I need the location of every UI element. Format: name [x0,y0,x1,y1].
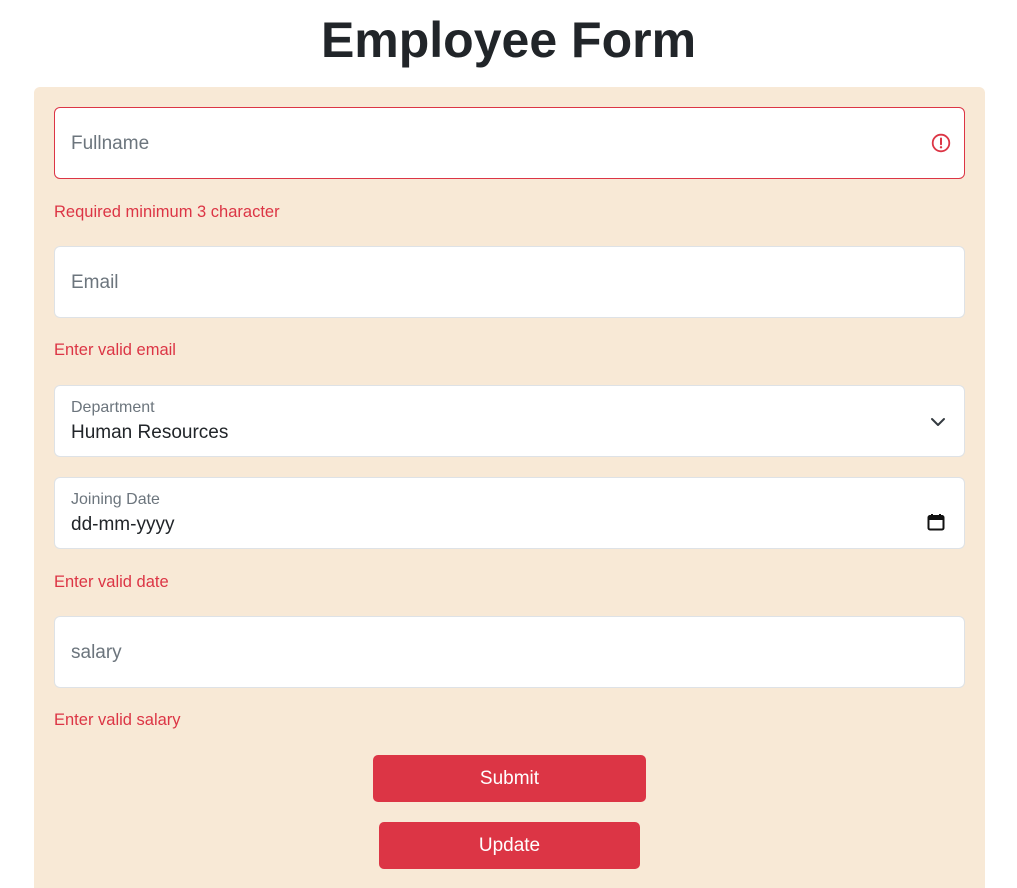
joining-date-error: Enter valid date [54,573,169,591]
alert-circle-icon [931,133,951,153]
joining-date-label: Joining Date [71,491,160,508]
department-select[interactable]: Department Human Resources [54,385,965,457]
department-selected-value: Human Resources [71,422,229,443]
calendar-icon[interactable] [927,513,945,531]
salary-placeholder: salary [71,642,122,663]
salary-input[interactable]: salary [54,616,965,688]
page-title: Employee Form [320,12,697,68]
salary-error: Enter valid salary [54,711,181,729]
email-input[interactable]: Email [54,246,965,318]
department-label: Department [71,399,155,416]
email-error: Enter valid email [54,341,176,359]
joining-date-value: dd-mm-yyyy [71,514,175,535]
submit-button[interactable]: Submit [373,755,646,802]
employee-form-page: Employee Form Fullname Required minimum … [0,0,1017,888]
joining-date-input[interactable]: Joining Date dd-mm-yyyy [54,477,965,549]
fullname-error: Required minimum 3 character [54,203,280,221]
email-placeholder: Email [71,272,119,293]
chevron-down-icon [931,418,945,426]
update-button[interactable]: Update [379,822,640,869]
fullname-input[interactable]: Fullname [54,107,965,179]
fullname-placeholder: Fullname [71,133,150,154]
